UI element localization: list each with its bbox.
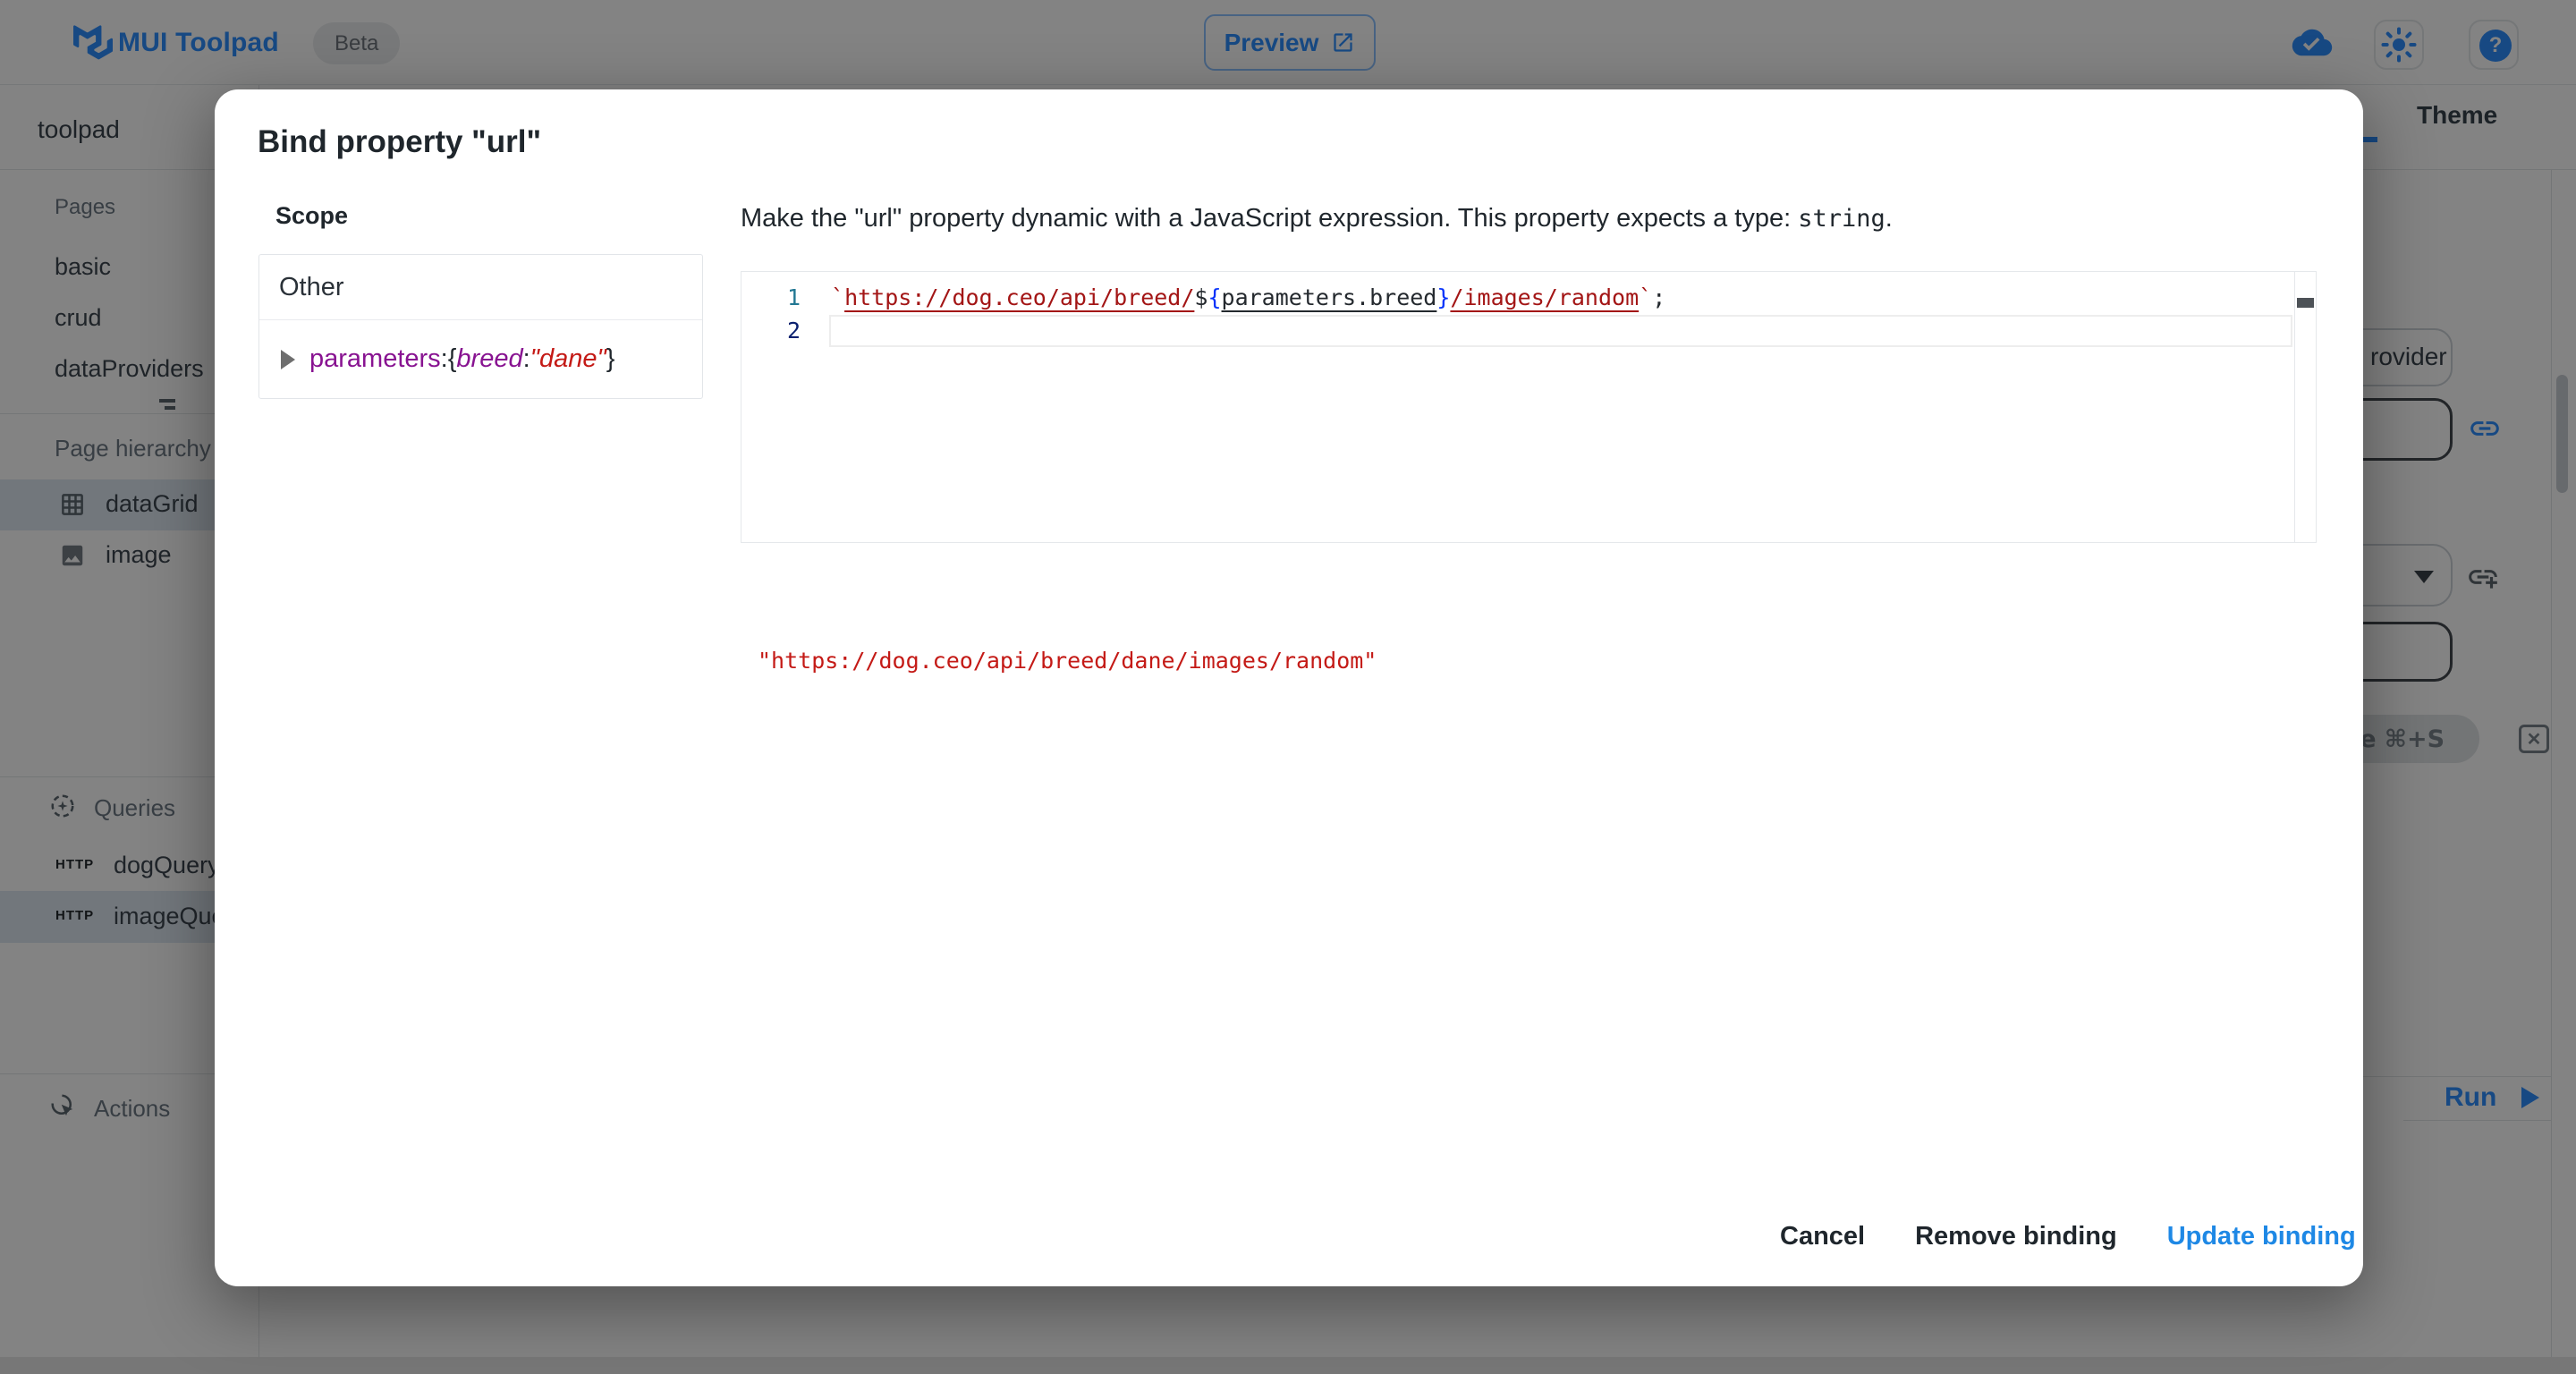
overview-ruler (2294, 272, 2316, 542)
token-url-suffix: /images/random (1450, 284, 1639, 310)
description-type: string (1798, 205, 1885, 233)
current-line-highlight (829, 315, 2292, 347)
evaluated-result: "https://dog.ceo/api/breed/dane/images/r… (758, 648, 1377, 674)
token-url-prefix: https://dog.ceo/api/breed/ (844, 284, 1194, 310)
scope-browser: Other parameters: {breed: "dane"} (258, 254, 703, 399)
scope-group-row: Other (259, 255, 702, 320)
description-text: Make the "url" property dynamic with a J… (741, 204, 1798, 233)
token-open-brace: { (1208, 284, 1221, 310)
dialog-actions: Cancel Remove binding Update binding (1780, 1222, 2356, 1251)
param-close-brace: } (606, 344, 615, 374)
remove-binding-button[interactable]: Remove binding (1915, 1222, 2117, 1251)
scope-group-label: Other (279, 273, 344, 302)
description-period: . (1885, 204, 1893, 233)
code-line-1: `https://dog.ceo/api/breed/${parameters.… (831, 281, 1665, 314)
cancel-button[interactable]: Cancel (1780, 1222, 1865, 1251)
dialog-description: Make the "url" property dynamic with a J… (741, 204, 1893, 233)
scope-heading: Scope (275, 202, 348, 230)
token-backtick: ` (831, 284, 844, 310)
scope-parameters-row[interactable]: parameters: {breed: "dane"} (259, 320, 702, 398)
token-semicolon: ; (1652, 284, 1665, 310)
token-expression: parameters.breed (1222, 284, 1437, 310)
expand-arrow-icon (281, 350, 295, 369)
param-sep: : (441, 344, 448, 374)
line-number-2: 2 (741, 314, 801, 347)
line-number-1: 1 (741, 281, 801, 314)
update-binding-button[interactable]: Update binding (2167, 1222, 2356, 1251)
param-key-sep: : (523, 344, 530, 374)
token-backtick-end: ` (1639, 284, 1652, 310)
token-close-brace: } (1436, 284, 1450, 310)
param-value: "dane" (530, 344, 606, 374)
param-key: breed (456, 344, 522, 374)
param-open-brace: { (448, 344, 457, 374)
dialog-title: Bind property "url" (258, 124, 541, 160)
token-dollar: $ (1194, 284, 1208, 310)
param-name: parameters (309, 344, 441, 374)
cursor-position-marker (2297, 298, 2314, 308)
code-editor[interactable]: 1 2 `https://dog.ceo/api/breed/${paramet… (741, 271, 2317, 543)
